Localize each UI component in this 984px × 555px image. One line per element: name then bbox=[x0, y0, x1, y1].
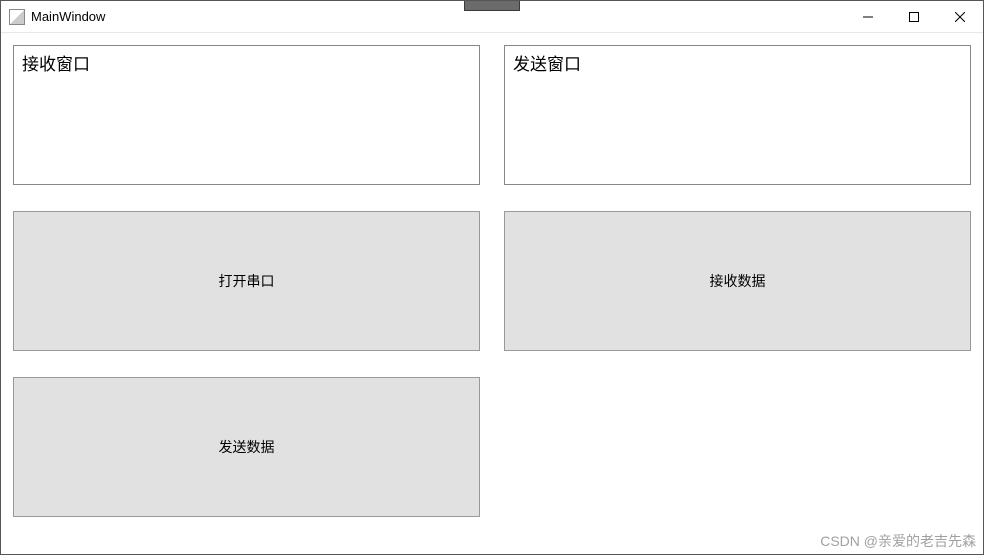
open-serial-button[interactable]: 打开串口 bbox=[13, 211, 480, 351]
main-window: MainWindow 接收窗口 发送窗口 打开串口 接收数据 发送数据 bbox=[0, 0, 984, 555]
minimize-button[interactable] bbox=[845, 1, 891, 32]
window-controls bbox=[845, 1, 983, 32]
maximize-button[interactable] bbox=[891, 1, 937, 32]
receive-text-panel[interactable]: 接收窗口 bbox=[13, 45, 480, 185]
window-title: MainWindow bbox=[31, 9, 105, 24]
send-data-button[interactable]: 发送数据 bbox=[13, 377, 480, 517]
close-button[interactable] bbox=[937, 1, 983, 32]
send-data-label: 发送数据 bbox=[219, 437, 275, 457]
open-serial-label: 打开串口 bbox=[219, 271, 275, 291]
debug-grip-icon bbox=[464, 1, 520, 11]
app-icon bbox=[9, 9, 25, 25]
receive-data-button[interactable]: 接收数据 bbox=[504, 211, 971, 351]
send-text-panel[interactable]: 发送窗口 bbox=[504, 45, 971, 185]
titlebar-left: MainWindow bbox=[1, 9, 105, 25]
client-area: 接收窗口 发送窗口 打开串口 接收数据 发送数据 bbox=[1, 33, 983, 554]
empty-cell bbox=[504, 377, 971, 517]
titlebar: MainWindow bbox=[1, 1, 983, 33]
receive-data-label: 接收数据 bbox=[710, 271, 766, 291]
